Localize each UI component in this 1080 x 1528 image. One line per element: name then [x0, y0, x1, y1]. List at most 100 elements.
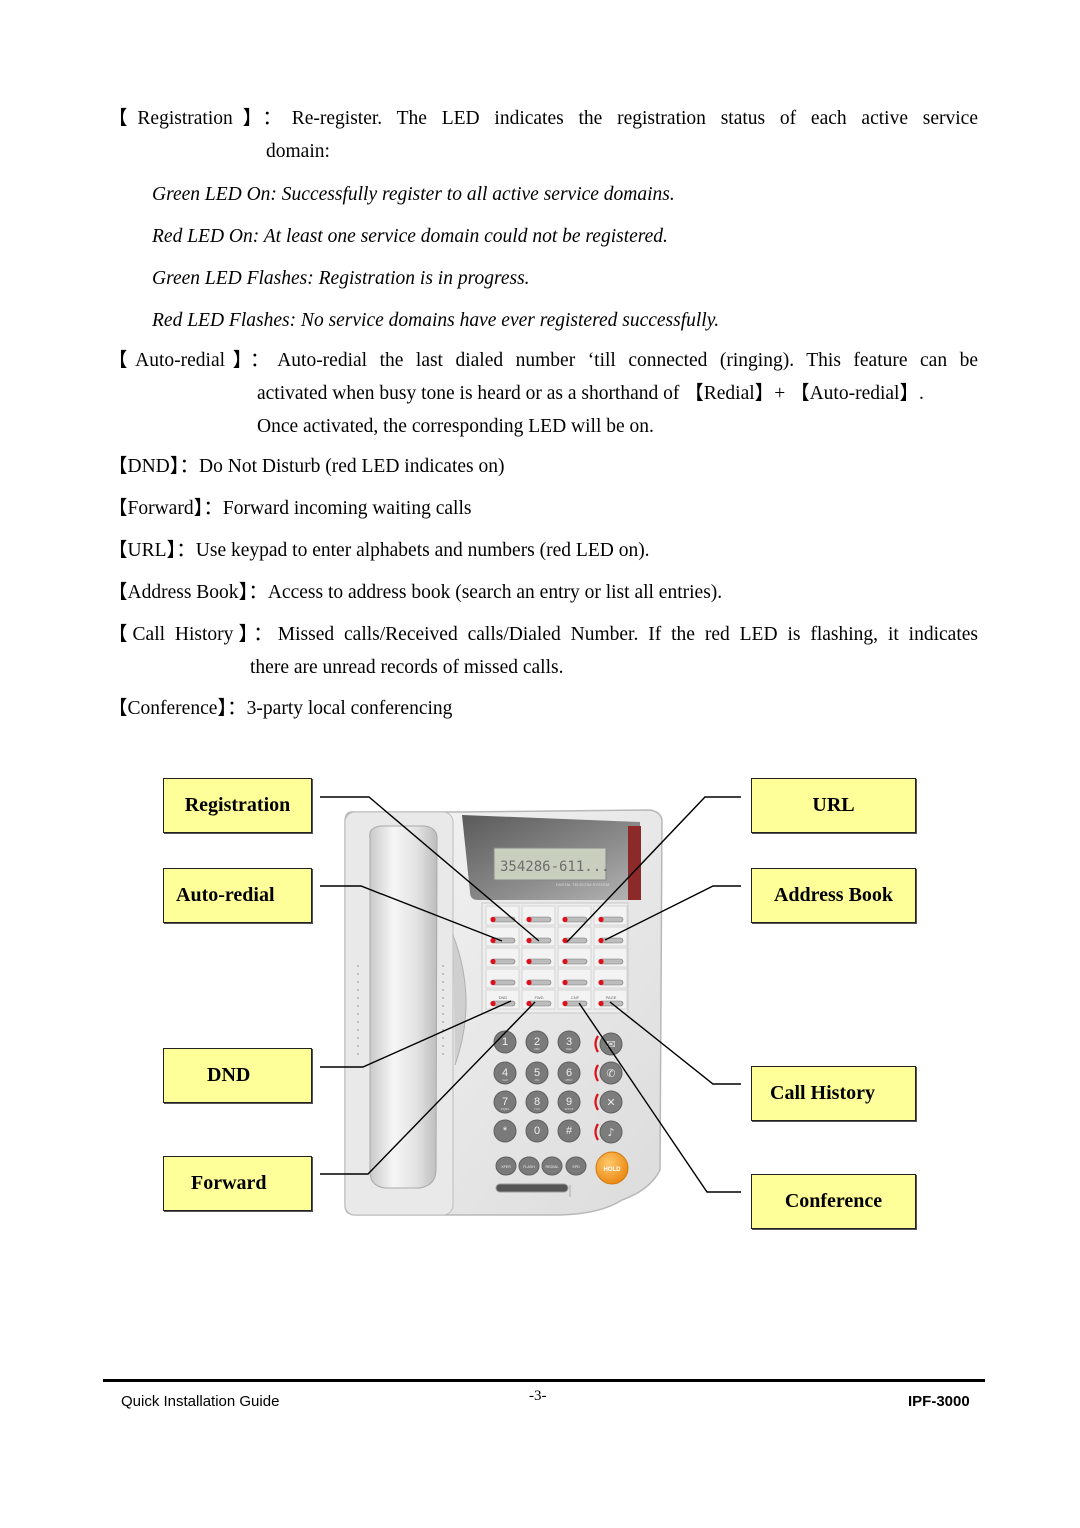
document-page: 【Registration】：Re-register. The LED indi…: [0, 0, 1080, 1528]
led-indicator-icon: [598, 916, 604, 923]
callout-label: URL: [812, 794, 855, 816]
programmable-led-key[interactable]: [557, 947, 592, 968]
function-key-cnf[interactable]: CNF: [557, 989, 592, 1010]
led-indicator-icon: [598, 1000, 604, 1007]
led-indicator-icon: [490, 1000, 496, 1007]
dial-key-letters: TUV: [534, 1107, 540, 1111]
footer-model: IPF-3000: [908, 1393, 970, 1410]
dial-key-6[interactable]: 6MNO: [557, 1061, 581, 1085]
lcd-text: 354286-611...: [500, 859, 610, 875]
volume-slider[interactable]: [495, 1183, 569, 1193]
dial-key-digit: 1: [502, 1036, 508, 1048]
dial-key-digit: *: [503, 1125, 508, 1137]
dial-key-letters: DEF: [566, 1047, 572, 1051]
dial-key-8[interactable]: 8TUV: [525, 1090, 549, 1114]
led-indicator-icon: [562, 979, 568, 986]
handset: [369, 825, 438, 1189]
dial-key-2[interactable]: 2ABC: [525, 1030, 549, 1054]
led-indicator-icon: [562, 937, 568, 944]
function-key-label: DND: [499, 995, 508, 1000]
led-indicator-icon: [562, 916, 568, 923]
dial-key-letters: PQRS: [501, 1107, 510, 1111]
key-label: REDIAL: [546, 1165, 559, 1169]
dial-key-1[interactable]: 1: [493, 1030, 517, 1054]
key-spd[interactable]: SPD: [565, 1156, 587, 1176]
callout-label: Address Book: [773, 884, 894, 906]
led-indicator-icon: [598, 979, 604, 986]
callout-call-history: Call History: [751, 1066, 916, 1121]
dial-key-digit: 0: [534, 1125, 540, 1137]
programmable-led-key[interactable]: [485, 905, 520, 926]
callout-registration: Registration: [163, 778, 312, 833]
key-flash[interactable]: FLASH: [518, 1156, 540, 1176]
dial-key-letters: ABC: [534, 1047, 541, 1051]
callout-dnd: DND: [163, 1048, 312, 1103]
led-indicator-icon: [526, 937, 532, 944]
footer-guide-title: Quick Installation Guide: [121, 1393, 280, 1410]
led-indicator-icon: [526, 958, 532, 965]
callout-label: DND: [207, 1064, 251, 1086]
handset-icon: ✆: [606, 1067, 615, 1080]
dial-key-letters: GHI: [502, 1078, 508, 1082]
led-indicator-icon: [526, 979, 532, 986]
programmable-led-key[interactable]: [521, 926, 556, 947]
key-label: SPD: [572, 1165, 580, 1169]
dial-key-4[interactable]: 4GHI: [493, 1061, 517, 1085]
dial-key-star[interactable]: *: [493, 1119, 517, 1143]
function-key-label: PAGE: [606, 995, 617, 1000]
led-indicator-icon: [490, 979, 496, 986]
dial-key-9[interactable]: 9WXYZ: [557, 1090, 581, 1114]
function-key-label: FWD: [534, 995, 543, 1000]
function-key-dnd[interactable]: DND: [485, 989, 520, 1010]
function-key-label: CNF: [571, 995, 580, 1000]
function-key-fwd[interactable]: FWD: [521, 989, 556, 1010]
programmable-led-key[interactable]: [593, 968, 628, 989]
callout-auto-redial: Auto-redial: [163, 868, 312, 923]
callout-address-book: Address Book: [751, 868, 916, 923]
key-redial[interactable]: REDIAL: [541, 1156, 563, 1176]
led-indicator-icon: [490, 916, 496, 923]
led-indicator-icon: [598, 958, 604, 965]
programmable-led-key[interactable]: [557, 926, 592, 947]
key-label: FLASH: [523, 1165, 535, 1169]
dial-key-7[interactable]: 7PQRS: [493, 1090, 517, 1114]
callout-label: Auto-redial: [176, 884, 275, 906]
dial-key-digit: #: [566, 1125, 573, 1137]
dial-key-5[interactable]: 5JKL: [525, 1061, 549, 1085]
callout-label: Registration: [184, 794, 291, 816]
function-key-page[interactable]: PAGE: [593, 989, 628, 1010]
programmable-led-key[interactable]: [521, 905, 556, 926]
led-indicator-icon: [598, 937, 604, 944]
callout-label: Conference: [784, 1190, 883, 1212]
led-indicator-icon: [490, 958, 496, 965]
programmable-led-key[interactable]: [593, 947, 628, 968]
dial-key-letters: MNO: [566, 1078, 574, 1082]
hold-label: HOLD: [604, 1167, 622, 1173]
dial-key-hash[interactable]: #: [557, 1119, 581, 1143]
footer-divider: [103, 1379, 985, 1382]
programmable-led-key[interactable]: [557, 968, 592, 989]
dial-key-3[interactable]: 3DEF: [557, 1030, 581, 1054]
phone-diagram: 354286-611... DIGITAL TELECOM SYSTEM DND…: [320, 796, 741, 1216]
callout-label: Forward: [191, 1172, 267, 1194]
mute-icon: ✕: [606, 1096, 615, 1109]
callout-label: Call History: [770, 1082, 875, 1104]
speaker-icon: ♪: [607, 1126, 614, 1139]
led-indicator-icon: [562, 1000, 568, 1007]
led-indicator-icon: [526, 916, 532, 923]
brand-text: DIGITAL TELECOM SYSTEM: [556, 882, 609, 887]
display-accent: [628, 826, 641, 900]
programmable-led-key[interactable]: [485, 968, 520, 989]
dial-key-letters: WXYZ: [565, 1107, 574, 1111]
led-indicator-icon: [562, 958, 568, 965]
callout-url: URL: [751, 778, 916, 833]
callout-forward: Forward: [163, 1156, 312, 1211]
dial-key-0[interactable]: 0: [525, 1119, 549, 1143]
key-label: XFER: [501, 1165, 511, 1169]
callout-conference: Conference: [751, 1174, 916, 1229]
page-number: -3-: [529, 1388, 547, 1404]
programmable-led-key[interactable]: [521, 947, 556, 968]
programmable-led-key[interactable]: [485, 947, 520, 968]
programmable-led-key[interactable]: [521, 968, 556, 989]
key-xfer[interactable]: XFER: [495, 1156, 517, 1176]
